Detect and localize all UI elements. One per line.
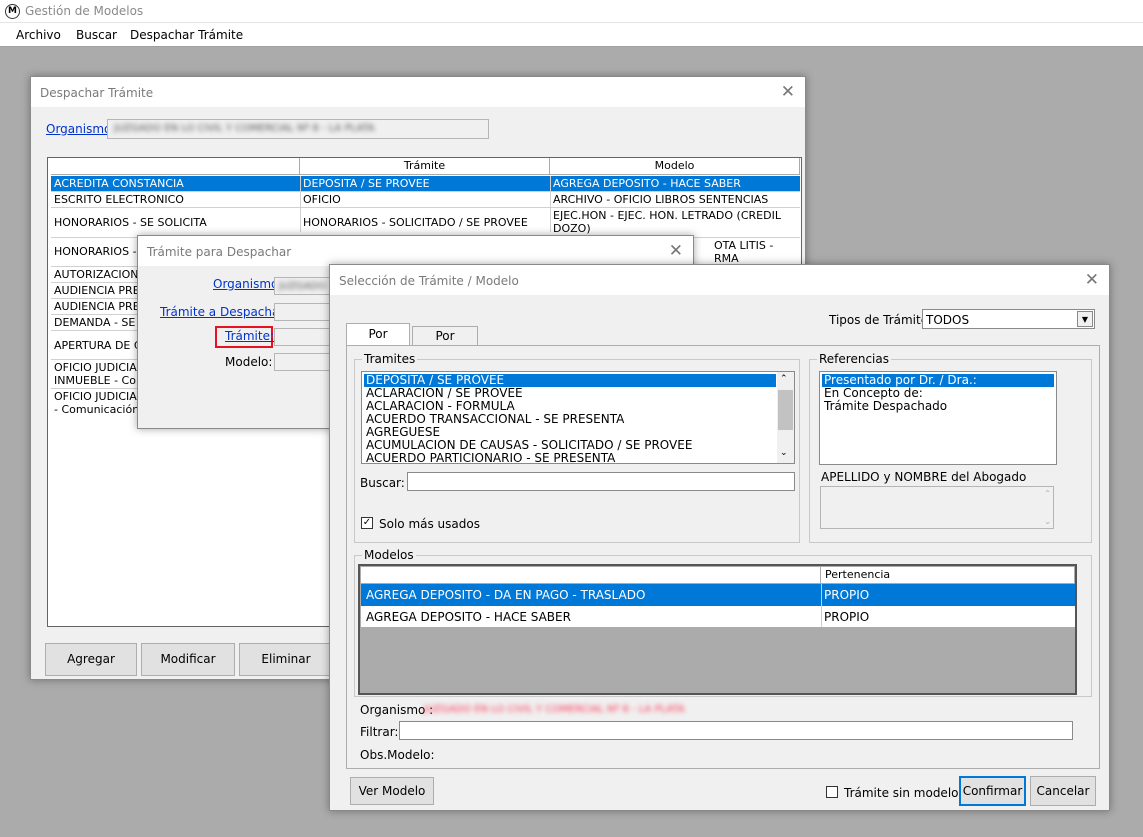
organismo-field: JUZGADO xyxy=(274,277,334,295)
grid-cell: HONORARIOS - SOLICITADO / SE PROVEE xyxy=(303,216,528,229)
tramite-a-despachar-field xyxy=(274,303,334,321)
col-header-modelo[interactable]: Modelo xyxy=(361,567,821,584)
confirmar-button[interactable]: Confirmar xyxy=(959,776,1026,806)
grid-cell: OFICIO xyxy=(303,193,341,206)
filtrar-label: Filtrar: xyxy=(360,725,399,739)
referencias-list[interactable]: Presentado por Dr. / Dra.: En Concepto d… xyxy=(819,371,1057,465)
organismo-link[interactable]: Organismo xyxy=(46,122,111,136)
agregar-button[interactable]: Agregar xyxy=(45,643,137,676)
tramite-sin-modelo-label: Trámite sin modelo xyxy=(844,786,959,800)
chevron-down-icon[interactable]: ⌄ xyxy=(780,448,788,458)
modelo-field xyxy=(274,353,334,371)
buscar-label: Buscar: xyxy=(360,476,405,490)
scrollbar-thumb[interactable] xyxy=(778,390,793,430)
abogado-field: ⌃ ⌄ xyxy=(820,486,1054,529)
organismo-value: JUZGADO xyxy=(279,281,327,292)
col-header-tramite-a-despachar[interactable]: Trámite a Despachar xyxy=(51,158,300,175)
organismo-field: JUZGADO EN LO CIVIL Y COMERCIAL Nº 8 - L… xyxy=(107,119,489,139)
organismo-value: JUZGADO EN LO CIVIL Y COMERCIAL Nº 8 - L… xyxy=(424,704,685,715)
buscar-input[interactable] xyxy=(407,472,795,491)
tramite-a-despachar-link[interactable]: Trámite a Despachar: xyxy=(160,305,288,319)
chevron-down-icon: ⌄ xyxy=(1044,517,1051,526)
ver-modelo-button[interactable]: Ver Modelo xyxy=(350,777,434,805)
organismo-label: Organismo : xyxy=(360,703,434,717)
tramite-field xyxy=(274,328,334,346)
window-title: Trámite para Despachar xyxy=(147,245,292,259)
menu-buscar[interactable]: Buscar xyxy=(76,28,117,42)
menu-archivo[interactable]: Archivo xyxy=(16,28,61,42)
filtrar-input[interactable] xyxy=(399,721,1073,740)
app-title: Gestión de Modelos xyxy=(25,4,144,18)
chevron-down-icon[interactable]: ▼ xyxy=(1077,311,1093,327)
tramites-scrollbar[interactable]: ⌃ ⌄ xyxy=(777,372,794,463)
tipos-tramite-select[interactable]: TODOS ▼ xyxy=(922,309,1095,329)
grid-cell: DEPOSITA / SE PROVEE xyxy=(303,177,430,190)
app-logo-icon: M xyxy=(5,4,20,19)
modelo-label: Modelo: xyxy=(225,355,273,369)
grid-cell: ESCRITO ELECTRONICO xyxy=(54,193,184,206)
close-icon[interactable]: ✕ xyxy=(669,241,683,261)
grid-cell: EJEC.HON - EJEC. HON. LETRADO (CREDIL xyxy=(553,209,781,222)
grid-cell: HONORARIOS - SE SOLICITA xyxy=(54,216,207,229)
tipos-tramite-value: TODOS xyxy=(926,313,970,327)
window-titlebar: Trámite para Despachar ✕ xyxy=(138,236,693,266)
window-titlebar: Despachar Trámite ✕ xyxy=(31,77,805,107)
modelos-group-label: Modelos xyxy=(362,548,416,562)
window-titlebar: Selección de Trámite / Modelo ✕ xyxy=(330,265,1109,295)
menu-despachar-tramite[interactable]: Despachar Trámite xyxy=(130,28,243,42)
grid-cell: ACREDITA CONSTANCIA xyxy=(54,177,184,190)
tramites-group-label: Tramites xyxy=(362,352,418,366)
col-header-modelo[interactable]: Modelo xyxy=(550,158,800,175)
obs-modelo-label: Obs.Modelo: xyxy=(360,748,435,762)
app-titlebar: M Gestión de Modelos xyxy=(0,0,1143,23)
grid-cell: DOZO) xyxy=(553,222,591,235)
close-icon[interactable]: ✕ xyxy=(1085,270,1099,290)
solo-mas-usados-checkbox[interactable]: ✓ xyxy=(361,517,373,529)
menu-bar: Archivo Buscar Despachar Trámite xyxy=(0,23,1143,47)
seleccion-tramite-modelo-window: Selección de Trámite / Modelo ✕ Tipos de… xyxy=(329,264,1110,811)
grid-cell: AGREGA DEPOSITO - HACE SABER xyxy=(366,611,571,624)
modelos-grid[interactable]: Modelo Pertenencia AGREGA DEPOSITO - DA … xyxy=(358,564,1077,695)
tab-por-tramite[interactable]: Por Tramite xyxy=(346,323,410,362)
col-header-tramite[interactable]: Trámite xyxy=(300,158,550,175)
tipos-tramite-label: Tipos de Trámite: xyxy=(829,313,933,327)
referencias-group-label: Referencias xyxy=(817,352,891,366)
list-item[interactable]: ACUERDO PARTICIONARIO - SE PRESENTA xyxy=(364,452,615,465)
window-title: Selección de Trámite / Modelo xyxy=(339,274,519,288)
grid-cell: AGREGA DEPOSITO - HACE SABER xyxy=(553,177,741,190)
chevron-up-icon[interactable]: ⌃ xyxy=(780,374,788,384)
grid-cell: ARCHIVO - OFICIO LIBROS SENTENCIAS xyxy=(553,193,769,206)
close-icon[interactable]: ✕ xyxy=(781,82,795,102)
abogado-label: APELLIDO y NOMBRE del Abogado xyxy=(821,470,1027,484)
col-header-pertenencia[interactable]: Pertenencia xyxy=(821,567,1075,584)
tab-por-modelo[interactable]: Por Modelo xyxy=(412,326,478,361)
cancelar-button[interactable]: Cancelar xyxy=(1030,776,1096,806)
grid-cell: OTA LITIS - xyxy=(714,239,774,252)
tramite-sin-modelo-checkbox[interactable] xyxy=(826,786,838,798)
eliminar-button[interactable]: Eliminar xyxy=(239,643,333,676)
tramites-list[interactable]: DEPOSITA / SE PROVEE ACLARACION / SE PRO… xyxy=(361,371,795,465)
grid-cell: AGREGA DEPOSITO - DA EN PAGO - TRASLADO xyxy=(366,589,646,602)
organismo-link[interactable]: Organismo xyxy=(213,277,278,291)
chevron-up-icon: ⌃ xyxy=(1044,489,1051,498)
tramite-link[interactable]: Trámite: xyxy=(225,329,274,343)
window-title: Despachar Trámite xyxy=(40,86,154,100)
modificar-button[interactable]: Modificar xyxy=(141,643,235,676)
organismo-value: JUZGADO EN LO CIVIL Y COMERCIAL Nº 8 - L… xyxy=(114,123,375,134)
grid-cell: PROPIO xyxy=(824,611,870,624)
grid-cell: PROPIO xyxy=(824,589,870,602)
list-item[interactable]: Trámite Despachado xyxy=(822,400,947,413)
solo-mas-usados-label: Solo más usados xyxy=(379,517,480,531)
